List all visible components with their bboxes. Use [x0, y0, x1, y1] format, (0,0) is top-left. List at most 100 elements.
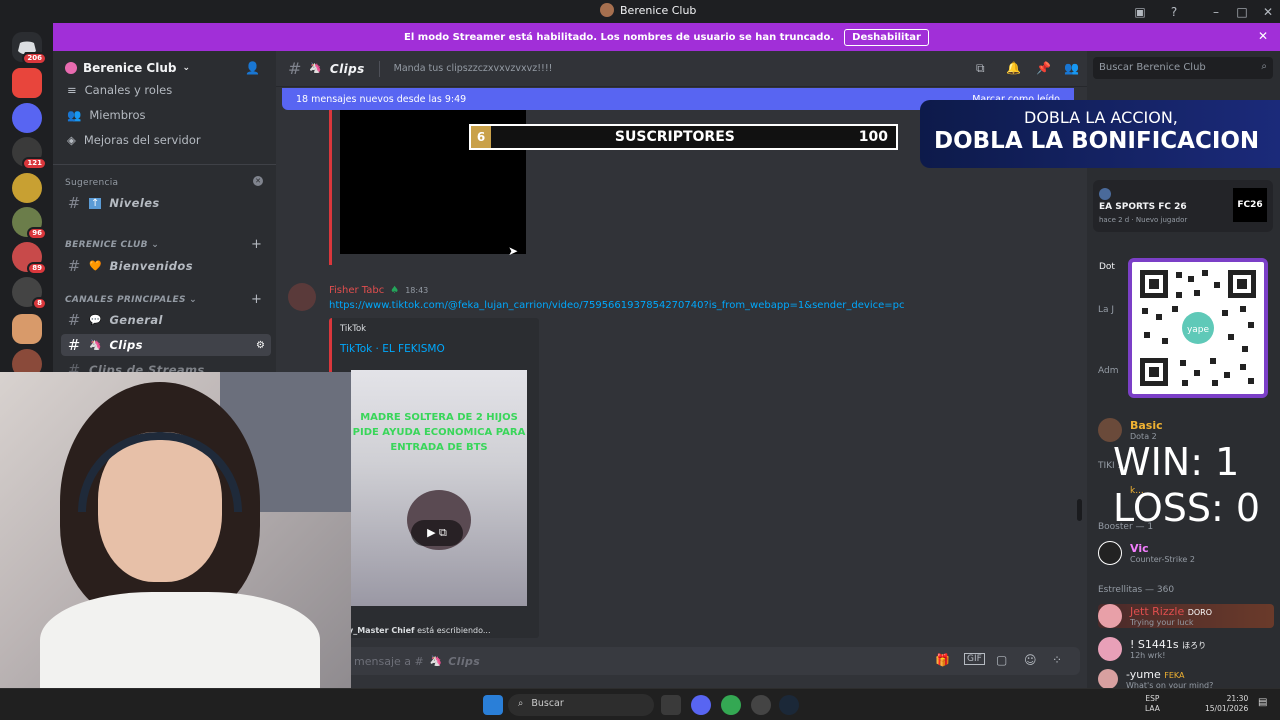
activity-status: Nuevo jugador: [1135, 216, 1188, 224]
sticker-icon[interactable]: ▢: [996, 653, 1007, 667]
member-2[interactable]: ! S1441s ほろり 12h wrk!: [1098, 637, 1206, 661]
sub-label: SUSCRIPTORES: [614, 129, 735, 145]
add-channel-icon[interactable]: +: [251, 292, 262, 307]
member-list-icon[interactable]: 👥: [1064, 61, 1079, 75]
member-vic[interactable]: Vic Counter-Strike 2: [1098, 541, 1195, 565]
scrollbar-thumb[interactable]: [1077, 499, 1082, 521]
server-icon[interactable]: [12, 103, 42, 133]
apps-icon[interactable]: ⁘: [1052, 653, 1062, 667]
member-tag: FEKA: [1164, 671, 1185, 680]
emoji-icon[interactable]: ☺: [1024, 653, 1037, 667]
channel-bienvenidos[interactable]: # 🧡 Bienvenidos: [61, 255, 271, 277]
role-header: La J: [1098, 305, 1115, 315]
hash-icon: #: [288, 59, 302, 78]
avatar[interactable]: [288, 283, 316, 311]
clock[interactable]: 21:30 15/01/2026: [1205, 694, 1248, 714]
member-1[interactable]: Jett Rizzle DORO Trying your luck: [1098, 604, 1274, 628]
search-icon: ⌕: [1261, 61, 1267, 72]
member-activity: Counter-Strike 2: [1130, 555, 1195, 564]
inbox-icon[interactable]: ▣: [1132, 4, 1148, 20]
member-name: -yume: [1126, 668, 1161, 681]
message-input[interactable]: r mensaje a # 🦄 Clips 🎁 GIF ▢ ☺ ⁘: [340, 647, 1080, 675]
server-icon[interactable]: 8: [12, 277, 47, 310]
chevron-down-icon: ⌄: [182, 63, 191, 73]
server-icon[interactable]: 96: [12, 207, 47, 240]
sidebar-item-boosts[interactable]: ◈ Mejoras del servidor: [61, 129, 271, 151]
task-view-icon[interactable]: [661, 695, 681, 715]
dismiss-icon[interactable]: ✕: [253, 176, 263, 186]
steam-app-icon[interactable]: [779, 695, 799, 715]
close-window-icon[interactable]: ✕: [1260, 4, 1276, 20]
maximize-icon[interactable]: □: [1234, 4, 1250, 20]
taskbar-search[interactable]: ⌕ Buscar: [508, 694, 654, 716]
message-author[interactable]: Fisher Tabc: [329, 285, 384, 296]
lang-primary: ESP: [1145, 694, 1160, 703]
suggestion-label: Sugerencia: [65, 178, 119, 188]
settings-gear-icon[interactable]: ⚙: [256, 340, 265, 351]
activity-card[interactable]: EA SPORTS FC 26 hace 2 d · Nuevo jugador…: [1093, 180, 1273, 232]
role-icon: ♠: [390, 285, 400, 296]
search-input[interactable]: Buscar Berenice Club ⌕: [1093, 57, 1273, 79]
member-basic[interactable]: Basic Dota 2: [1098, 418, 1163, 442]
message-link[interactable]: https://www.tiktok.com/@feka_lujan_carri…: [329, 300, 904, 311]
app-icon[interactable]: [751, 695, 771, 715]
add-channel-icon[interactable]: +: [251, 237, 262, 252]
boost-icon: ◈: [67, 133, 76, 147]
dm-home-icon[interactable]: 206: [12, 32, 47, 65]
taskbar: ⌕ Buscar ESP LAA 21:30 15/01/2026 ▤: [0, 688, 1280, 720]
chrome-app-icon[interactable]: [721, 695, 741, 715]
server-icon-berenice[interactable]: [12, 314, 42, 344]
channel-label: Clips: [109, 338, 143, 352]
pin-icon[interactable]: 📌: [1036, 61, 1051, 75]
close-banner-icon[interactable]: ✕: [1258, 29, 1268, 43]
server-icon[interactable]: 121: [12, 137, 47, 170]
window-title: Berenice Club: [620, 3, 697, 17]
help-icon[interactable]: ?: [1166, 4, 1182, 20]
member-activity: 12h wrk!: [1130, 651, 1166, 660]
sidebar-item-label: Canales y roles: [84, 83, 173, 97]
server-icon[interactable]: 89: [12, 242, 47, 275]
gif-icon[interactable]: GIF: [964, 653, 985, 665]
members-icon: 👥: [67, 108, 82, 122]
disable-streamer-button[interactable]: Deshabilitar: [844, 28, 929, 46]
webcam-shirt: [40, 592, 320, 699]
category-canales-principales[interactable]: CANALES PRINCIPALES ⌄: [65, 295, 197, 305]
minimize-icon[interactable]: –: [1208, 4, 1224, 20]
embed-title[interactable]: TikTok · EL FEKISMO: [340, 343, 445, 355]
bell-icon[interactable]: 🔔: [1006, 61, 1021, 75]
category-berenice-club[interactable]: BERENICE CLUB ⌄: [65, 240, 159, 250]
member-tag: ほろり: [1182, 641, 1207, 650]
unread-badge: 121: [22, 157, 47, 170]
embed-accent: [329, 110, 332, 265]
new-messages-text: 18 mensajes nuevos desde las 9:49: [296, 93, 467, 105]
channel-general[interactable]: # 💬 General: [61, 309, 271, 331]
discord-app-icon[interactable]: [691, 695, 711, 715]
invite-people-icon[interactable]: 👤: [245, 61, 260, 75]
svg-text:yape: yape: [1187, 325, 1210, 335]
member-3[interactable]: -yume FEKA What's on your mind?: [1098, 668, 1213, 690]
channel-niveles[interactable]: # ↑ Niveles: [61, 192, 271, 214]
gift-icon[interactable]: 🎁: [935, 653, 950, 667]
channel-label: Niveles: [109, 196, 160, 210]
typing-indicator: y_Master Chief está escribiendo...: [348, 626, 491, 635]
hash-icon: #: [67, 336, 81, 354]
play-button-icon[interactable]: ▶ ⧉: [411, 520, 463, 546]
server-icon[interactable]: [12, 68, 42, 98]
server-icon[interactable]: [12, 173, 42, 203]
sidebar-item-members[interactable]: 👥 Miembros: [61, 104, 271, 126]
unicorn-icon: 🦄: [309, 63, 322, 74]
threads-icon[interactable]: ⧉: [976, 61, 985, 76]
sidebar-item-channels-roles[interactable]: ≡ Canales y roles: [61, 79, 271, 101]
notification-icon[interactable]: ▤: [1258, 697, 1267, 708]
input-placeholder: r mensaje a #: [346, 654, 424, 668]
video-thumbnail[interactable]: MADRE SOLTERA DE 2 HIJOS PIDE AYUDA ECON…: [351, 370, 527, 606]
typing-suffix: está escribiendo...: [417, 626, 491, 635]
video-caption: MADRE SOLTERA DE 2 HIJOS PIDE AYUDA ECON…: [352, 412, 526, 453]
windows-start-icon[interactable]: [483, 695, 503, 715]
channel-clips-selected[interactable]: # 🦄 Clips ⚙: [61, 334, 271, 356]
avatar: [1098, 669, 1118, 689]
input-language[interactable]: ESP LAA: [1145, 694, 1160, 714]
role-header: Booster — 1: [1098, 522, 1154, 532]
avatar: [1098, 604, 1122, 628]
member-name: ! S1441s: [1130, 638, 1179, 651]
